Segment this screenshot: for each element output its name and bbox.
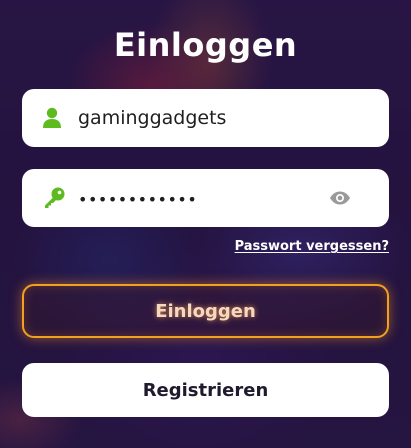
eye-icon[interactable] — [329, 191, 351, 205]
username-value: gaminggadgets — [78, 107, 227, 129]
login-panel: Einloggen gaminggadgets •••••••••••• Pas… — [0, 0, 411, 448]
password-field[interactable]: •••••••••••• — [22, 169, 389, 227]
username-field[interactable]: gaminggadgets — [22, 89, 389, 147]
page-title: Einloggen — [113, 26, 298, 64]
register-button[interactable]: Registrieren — [22, 363, 389, 417]
forgot-password-link[interactable]: Passwort vergessen? — [235, 239, 389, 254]
key-icon — [42, 186, 66, 210]
user-icon — [42, 107, 62, 129]
login-button[interactable]: Einloggen — [22, 284, 389, 338]
password-value: •••••••••••• — [78, 190, 198, 209]
